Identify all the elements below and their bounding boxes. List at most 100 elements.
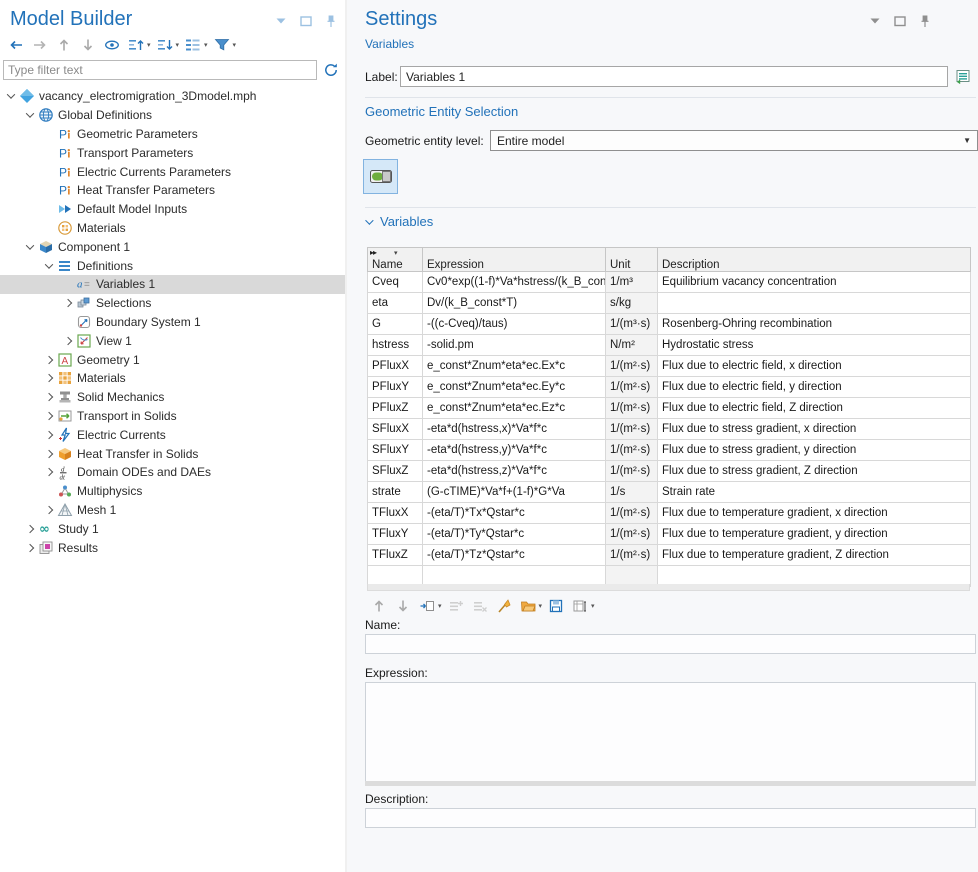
tree-item-view-1[interactable]: View 1 bbox=[0, 331, 345, 350]
expand-all-button[interactable] bbox=[127, 36, 145, 54]
expand-chevron-icon[interactable] bbox=[42, 394, 55, 400]
tree-item-materials[interactable]: Materials bbox=[0, 369, 345, 388]
column-header-expression[interactable]: Expression bbox=[423, 248, 606, 272]
cell-expression[interactable]: e_const*Znum*eta*ec.Ey*c bbox=[423, 377, 606, 398]
tree-item-study-1[interactable]: ∞Study 1 bbox=[0, 519, 345, 538]
cell-expression[interactable]: e_const*Znum*eta*ec.Ex*c bbox=[423, 356, 606, 377]
column-header-description[interactable]: Description bbox=[658, 248, 971, 272]
cell-name[interactable]: TFluxZ bbox=[368, 545, 423, 566]
cell-unit[interactable]: 1/(m²·s) bbox=[606, 440, 658, 461]
tree-item-vacancy-electromigration-3dmodel-mph[interactable]: vacancy_electromigration_3Dmodel.mph bbox=[0, 87, 345, 106]
tree-item-heat-transfer-in-solids[interactable]: Heat Transfer in Solids bbox=[0, 444, 345, 463]
cell-description[interactable]: Rosenberg-Ohring recombination bbox=[658, 314, 971, 335]
load-from-file-folder-button[interactable] bbox=[519, 597, 537, 615]
cell-description[interactable]: Flux due to stress gradient, y direction bbox=[658, 440, 971, 461]
tree-item-transport-parameters[interactable]: PTransport Parameters bbox=[0, 143, 345, 162]
cell-unit[interactable]: 1/(m²·s) bbox=[606, 377, 658, 398]
pin-panel-light-icon[interactable] bbox=[323, 13, 339, 29]
tree-item-geometry-1[interactable]: AGeometry 1 bbox=[0, 350, 345, 369]
table-horizontal-scrollbar[interactable] bbox=[367, 584, 970, 591]
edit-table-button[interactable] bbox=[571, 597, 589, 615]
cell-expression[interactable]: -eta*d(hstress,z)*Va*f*c bbox=[423, 461, 606, 482]
cell-description[interactable]: Flux due to electric field, y direction bbox=[658, 377, 971, 398]
move-down-arrow-button[interactable] bbox=[394, 597, 412, 615]
cell-description[interactable] bbox=[658, 293, 971, 314]
move-to-table-button[interactable] bbox=[418, 597, 436, 615]
expand-chevron-icon[interactable] bbox=[61, 300, 74, 306]
cell-name[interactable]: PFluxZ bbox=[368, 398, 423, 419]
cell-expression[interactable]: Dv/(k_B_const*T) bbox=[423, 293, 606, 314]
cell-unit[interactable]: N/m² bbox=[606, 335, 658, 356]
float-panel-light-icon[interactable] bbox=[298, 13, 314, 29]
move-up-arrow-button[interactable] bbox=[55, 36, 73, 54]
name-input[interactable] bbox=[365, 634, 976, 654]
cell-description[interactable]: Equilibrium vacancy concentration bbox=[658, 272, 971, 293]
description-input[interactable] bbox=[365, 808, 976, 828]
show-eye-button[interactable] bbox=[103, 36, 121, 54]
tree-item-multiphysics[interactable]: Multiphysics bbox=[0, 482, 345, 501]
tree-item-boundary-system-1[interactable]: Boundary System 1 bbox=[0, 313, 345, 332]
collapse-all-button[interactable] bbox=[156, 36, 174, 54]
expand-chevron-icon[interactable] bbox=[42, 263, 55, 269]
tree-item-solid-mechanics[interactable]: Solid Mechanics bbox=[0, 388, 345, 407]
back-arrow-button[interactable] bbox=[7, 36, 25, 54]
expand-chevron-icon[interactable] bbox=[23, 545, 36, 551]
cell-unit[interactable]: 1/(m²·s) bbox=[606, 356, 658, 377]
cell-description[interactable]: Flux due to temperature gradient, y dire… bbox=[658, 524, 971, 545]
refresh-icon[interactable] bbox=[322, 61, 340, 79]
move-up-arrow-button[interactable] bbox=[370, 597, 388, 615]
expand-chevron-icon[interactable] bbox=[23, 244, 36, 250]
cell-name[interactable]: PFluxX bbox=[368, 356, 423, 377]
expand-chevron-icon[interactable] bbox=[42, 357, 55, 363]
cell-description[interactable]: Hydrostatic stress bbox=[658, 335, 971, 356]
dropdown-arrow-icon[interactable]: ▾ bbox=[233, 41, 237, 49]
cell-unit[interactable]: 1/(m²·s) bbox=[606, 419, 658, 440]
expand-chevron-icon[interactable] bbox=[23, 526, 36, 532]
cell-name[interactable]: hstress bbox=[368, 335, 423, 356]
tree-item-materials[interactable]: Materials bbox=[0, 219, 345, 238]
cell-description[interactable]: Flux due to electric field, x direction bbox=[658, 356, 971, 377]
tree-item-definitions[interactable]: Definitions bbox=[0, 256, 345, 275]
tree-item-selections[interactable]: Selections bbox=[0, 294, 345, 313]
active-toggle-button[interactable] bbox=[363, 159, 398, 194]
cell-expression[interactable]: -(eta/T)*Ty*Qstar*c bbox=[423, 524, 606, 545]
variables-section-heading[interactable]: Variables bbox=[365, 214, 433, 229]
cell-name[interactable]: PFluxY bbox=[368, 377, 423, 398]
tree-item-default-model-inputs[interactable]: Default Model Inputs bbox=[0, 200, 345, 219]
panel-menu-arrow-light-icon[interactable] bbox=[273, 13, 289, 29]
expand-chevron-icon[interactable] bbox=[42, 507, 55, 513]
cell-description[interactable]: Flux due to temperature gradient, Z dire… bbox=[658, 545, 971, 566]
cell-name[interactable]: SFluxY bbox=[368, 440, 423, 461]
cell-description[interactable]: Flux due to temperature gradient, x dire… bbox=[658, 503, 971, 524]
cell-description[interactable]: Flux due to stress gradient, x direction bbox=[658, 419, 971, 440]
cell-name[interactable]: eta bbox=[368, 293, 423, 314]
cell-expression[interactable]: -((c-Cveq)/taus) bbox=[423, 314, 606, 335]
cell-unit[interactable]: 1/(m²·s) bbox=[606, 461, 658, 482]
forward-arrow-button[interactable] bbox=[31, 36, 49, 54]
cell-expression[interactable]: -(eta/T)*Tx*Qstar*c bbox=[423, 503, 606, 524]
cell-expression[interactable]: Cv0*exp((1-f)*Va*hstress/(k_B_const*T)) bbox=[423, 272, 606, 293]
dropdown-arrow-icon[interactable]: ▾ bbox=[591, 602, 595, 610]
float-panel-icon[interactable] bbox=[892, 13, 908, 29]
expand-chevron-icon[interactable] bbox=[42, 451, 55, 457]
dropdown-arrow-icon[interactable]: ▾ bbox=[176, 41, 180, 49]
filter-funnel-button[interactable] bbox=[213, 36, 231, 54]
geometric-entity-level-select[interactable]: Entire model bbox=[490, 130, 978, 151]
label-input[interactable] bbox=[400, 66, 948, 87]
tree-item-global-definitions[interactable]: Global Definitions bbox=[0, 106, 345, 125]
tree-item-domain-odes-and-daes[interactable]: ddtDomain ODEs and DAEs bbox=[0, 463, 345, 482]
expand-chevron-icon[interactable] bbox=[61, 338, 74, 344]
cell-name[interactable]: SFluxX bbox=[368, 419, 423, 440]
tree-item-mesh-1[interactable]: Mesh 1 bbox=[0, 501, 345, 520]
dropdown-arrow-icon[interactable]: ▾ bbox=[539, 602, 543, 610]
tree-item-results[interactable]: Results bbox=[0, 538, 345, 557]
cell-unit[interactable]: s/kg bbox=[606, 293, 658, 314]
cell-expression[interactable]: e_const*Znum*eta*ec.Ez*c bbox=[423, 398, 606, 419]
cell-unit[interactable]: 1/(m²·s) bbox=[606, 545, 658, 566]
cell-description[interactable]: Flux due to electric field, Z direction bbox=[658, 398, 971, 419]
tree-item-variables-1[interactable]: a=Variables 1 bbox=[0, 275, 345, 294]
cell-unit[interactable]: 1/(m²·s) bbox=[606, 524, 658, 545]
cell-unit[interactable]: 1/s bbox=[606, 482, 658, 503]
cell-name[interactable]: G bbox=[368, 314, 423, 335]
sort-dropdown-icon[interactable]: ▾ bbox=[394, 249, 398, 257]
